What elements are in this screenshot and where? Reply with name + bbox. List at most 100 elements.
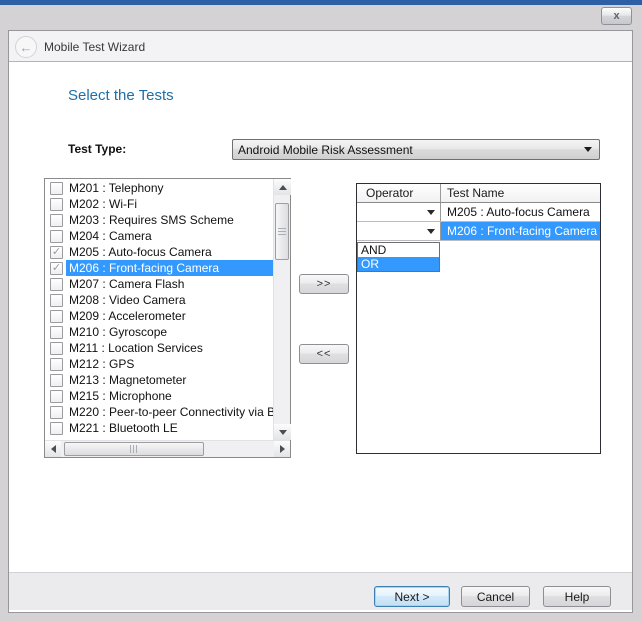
test-item-label: M208 : Video Camera bbox=[66, 292, 273, 308]
test-list-item[interactable]: M201 : Telephony bbox=[45, 180, 273, 196]
test-item-label: M215 : Microphone bbox=[66, 388, 273, 404]
test-name-cell: M206 : Front-facing Camera bbox=[441, 222, 600, 240]
available-tests-list: M201 : TelephonyM202 : Wi-FiM203 : Requi… bbox=[45, 180, 273, 436]
back-button[interactable]: ← bbox=[15, 36, 37, 58]
checkbox-icon[interactable]: ✓ bbox=[50, 246, 63, 259]
horizontal-scrollbar-thumb[interactable] bbox=[64, 442, 204, 456]
checkbox-icon[interactable] bbox=[50, 406, 63, 419]
checkbox-icon[interactable] bbox=[50, 358, 63, 371]
checkbox-icon[interactable] bbox=[50, 214, 63, 227]
arrow-right-icon bbox=[280, 445, 285, 453]
wizard-title: Mobile Test Wizard bbox=[44, 40, 145, 54]
help-button[interactable]: Help bbox=[543, 586, 611, 607]
table-header-row: Operator Test Name bbox=[357, 184, 600, 203]
test-item-label: M211 : Location Services bbox=[66, 340, 273, 356]
test-item-label: M201 : Telephony bbox=[66, 180, 273, 196]
checkbox-icon[interactable]: ✓ bbox=[50, 262, 63, 275]
test-list-item[interactable]: M208 : Video Camera bbox=[45, 292, 273, 308]
test-type-value: Android Mobile Risk Assessment bbox=[233, 143, 584, 157]
test-list-item[interactable]: M209 : Accelerometer bbox=[45, 308, 273, 324]
test-list-item[interactable]: ✓M206 : Front-facing Camera bbox=[45, 260, 273, 276]
test-type-label: Test Type: bbox=[68, 142, 126, 156]
chevron-down-icon bbox=[584, 147, 592, 152]
test-list-item[interactable]: M212 : GPS bbox=[45, 356, 273, 372]
back-arrow-icon: ← bbox=[20, 41, 33, 54]
scroll-left-button[interactable] bbox=[45, 441, 61, 457]
mobile-test-wizard-window: x ← Mobile Test Wizard Select the Tests … bbox=[0, 0, 642, 622]
remove-tests-button[interactable]: << bbox=[299, 344, 349, 364]
test-list-item[interactable]: ✓M205 : Auto-focus Camera bbox=[45, 244, 273, 260]
operator-combobox[interactable] bbox=[357, 203, 441, 221]
chevron-down-icon bbox=[427, 210, 435, 215]
test-item-label: M204 : Camera bbox=[66, 228, 273, 244]
footer-bar: Next > Cancel Help bbox=[9, 572, 632, 610]
test-list-item[interactable]: M210 : Gyroscope bbox=[45, 324, 273, 340]
test-name-column-header: Test Name bbox=[441, 184, 600, 202]
selected-tests-table: Operator Test Name M205 : Auto-focus Cam… bbox=[356, 183, 601, 454]
wizard-dialog: ← Mobile Test Wizard Select the Tests Te… bbox=[8, 30, 633, 613]
arrow-left-icon bbox=[51, 445, 56, 453]
table-body: M205 : Auto-focus CameraM206 : Front-fac… bbox=[357, 203, 600, 241]
vertical-scrollbar-thumb[interactable] bbox=[275, 203, 289, 260]
horizontal-scrollbar[interactable] bbox=[45, 440, 290, 457]
selected-test-row[interactable]: M205 : Auto-focus Camera bbox=[357, 203, 600, 222]
checkbox-icon[interactable] bbox=[50, 182, 63, 195]
selected-test-row[interactable]: M206 : Front-facing Camera bbox=[357, 222, 600, 241]
test-item-label: M203 : Requires SMS Scheme bbox=[66, 212, 273, 228]
operator-dropdown-list: ANDOR bbox=[357, 242, 440, 272]
test-item-label: M205 : Auto-focus Camera bbox=[66, 244, 273, 260]
checkbox-icon[interactable] bbox=[50, 294, 63, 307]
test-list-item[interactable]: M204 : Camera bbox=[45, 228, 273, 244]
test-list-item[interactable]: M207 : Camera Flash bbox=[45, 276, 273, 292]
operator-option[interactable]: OR bbox=[358, 257, 439, 271]
chevron-down-icon bbox=[427, 229, 435, 234]
page-title: Select the Tests bbox=[68, 87, 174, 104]
available-tests-listbox: M201 : TelephonyM202 : Wi-FiM203 : Requi… bbox=[44, 178, 291, 458]
test-list-item[interactable]: M211 : Location Services bbox=[45, 340, 273, 356]
test-item-label: M220 : Peer-to-peer Connectivity via Blu… bbox=[66, 404, 273, 420]
checkbox-icon[interactable] bbox=[50, 278, 63, 291]
test-item-label: M210 : Gyroscope bbox=[66, 324, 273, 340]
operator-option[interactable]: AND bbox=[358, 243, 439, 257]
scroll-down-button[interactable] bbox=[274, 424, 291, 440]
test-item-label: M213 : Magnetometer bbox=[66, 372, 273, 388]
scroll-up-button[interactable] bbox=[274, 179, 291, 195]
test-item-label: M221 : Bluetooth LE bbox=[66, 420, 273, 436]
cancel-button[interactable]: Cancel bbox=[461, 586, 530, 607]
operator-combobox[interactable] bbox=[357, 222, 441, 240]
test-item-label: M212 : GPS bbox=[66, 356, 273, 372]
test-type-dropdown[interactable]: Android Mobile Risk Assessment bbox=[232, 139, 600, 160]
checkbox-icon[interactable] bbox=[50, 342, 63, 355]
checkbox-icon[interactable] bbox=[50, 326, 63, 339]
close-button[interactable]: x bbox=[601, 7, 632, 25]
checkbox-icon[interactable] bbox=[50, 390, 63, 403]
test-list-item[interactable]: M220 : Peer-to-peer Connectivity via Blu… bbox=[45, 404, 273, 420]
checkbox-icon[interactable] bbox=[50, 198, 63, 211]
grip-icon bbox=[130, 445, 138, 453]
test-item-label: M207 : Camera Flash bbox=[66, 276, 273, 292]
arrow-up-icon bbox=[279, 185, 287, 190]
grip-icon bbox=[278, 228, 286, 236]
close-icon: x bbox=[613, 11, 619, 22]
test-item-label: M206 : Front-facing Camera bbox=[66, 260, 273, 276]
checkbox-icon[interactable] bbox=[50, 310, 63, 323]
test-item-label: M202 : Wi-Fi bbox=[66, 196, 273, 212]
test-list-item[interactable]: M221 : Bluetooth LE bbox=[45, 420, 273, 436]
vertical-scrollbar[interactable] bbox=[273, 179, 290, 440]
checkbox-icon[interactable] bbox=[50, 422, 63, 435]
test-list-item[interactable]: M215 : Microphone bbox=[45, 388, 273, 404]
scroll-right-button[interactable] bbox=[274, 441, 290, 457]
test-item-label: M209 : Accelerometer bbox=[66, 308, 273, 324]
test-list-item[interactable]: M202 : Wi-Fi bbox=[45, 196, 273, 212]
checkbox-icon[interactable] bbox=[50, 230, 63, 243]
next-button[interactable]: Next > bbox=[374, 586, 450, 607]
add-tests-button[interactable]: >> bbox=[299, 274, 349, 294]
wizard-header: ← Mobile Test Wizard bbox=[9, 31, 632, 62]
test-name-cell: M205 : Auto-focus Camera bbox=[441, 203, 600, 221]
operator-column-header: Operator bbox=[357, 184, 441, 202]
test-list-item[interactable]: M203 : Requires SMS Scheme bbox=[45, 212, 273, 228]
window-top-accent bbox=[0, 0, 642, 5]
checkbox-icon[interactable] bbox=[50, 374, 63, 387]
arrow-down-icon bbox=[279, 430, 287, 435]
test-list-item[interactable]: M213 : Magnetometer bbox=[45, 372, 273, 388]
